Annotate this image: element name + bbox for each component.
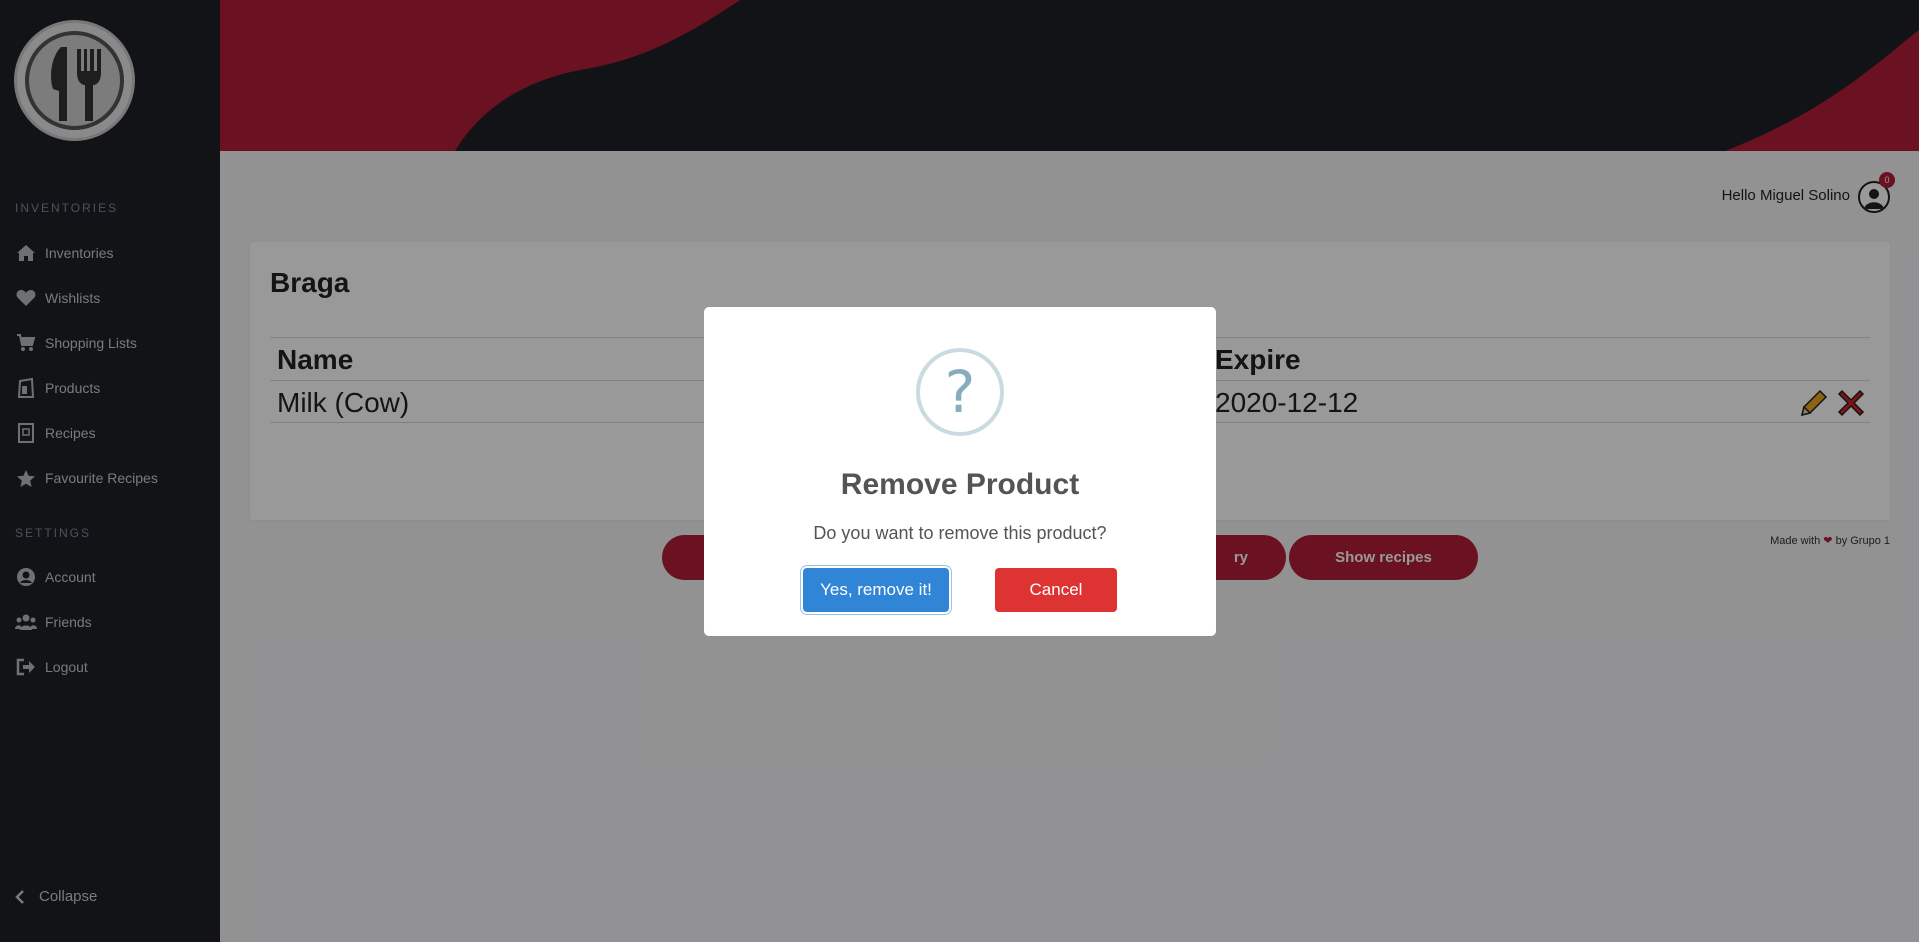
dialog-title: Remove Product <box>840 468 1080 501</box>
dialog-message: Do you want to remove this product? <box>813 523 1107 543</box>
cancel-button[interactable]: Cancel <box>995 568 1117 612</box>
remove-product-dialog: ? Remove Product Do you want to remove t… <box>704 307 1216 636</box>
confirm-remove-button[interactable]: Yes, remove it! <box>803 568 949 612</box>
question-icon: ? <box>916 348 1004 436</box>
